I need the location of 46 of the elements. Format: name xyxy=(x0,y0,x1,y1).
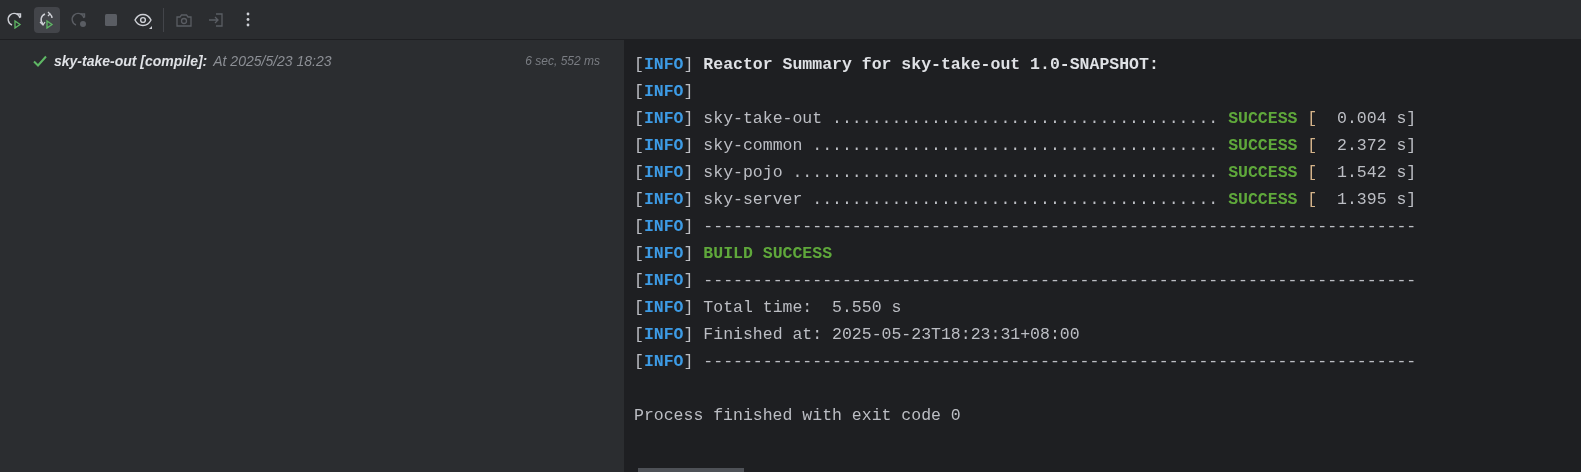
build-time: At 2025/5/23 18:23 xyxy=(213,51,332,71)
log-level: [INFO] xyxy=(634,136,694,155)
status-text: SUCCESS xyxy=(1228,109,1298,128)
status-text: SUCCESS xyxy=(1228,136,1298,155)
module-line: sky-common ......................................... xyxy=(703,136,1219,155)
log-level: [INFO] xyxy=(634,352,694,371)
log-message: ------------------------------------------------------------------------ xyxy=(703,217,1417,236)
rerun-cycle-icon xyxy=(38,10,56,29)
rerun-icon xyxy=(6,10,24,29)
bracket-text: [ xyxy=(1307,190,1318,209)
log-message: Finished at: 2025-05-23T18:23:31+08:00 xyxy=(703,325,1080,344)
more-icon xyxy=(246,12,250,27)
log-level: [INFO] xyxy=(634,217,694,236)
bracket-text: [ xyxy=(1307,109,1318,128)
duration-text: 1.395 s] xyxy=(1336,190,1417,209)
module-line: sky-pojo ........................................... xyxy=(703,163,1219,182)
exit-icon xyxy=(207,10,225,29)
log-message: Reactor Summary for sky-take-out 1.0-SNAPSHOT: xyxy=(703,55,1159,74)
module-line: sky-take-out ....................................... xyxy=(703,109,1219,128)
log-level: [INFO] xyxy=(634,190,694,209)
log-message: Total time: 5.550 s xyxy=(703,298,902,317)
bracket-text: [ xyxy=(1307,163,1318,182)
status-text: SUCCESS xyxy=(1228,163,1298,182)
status-text: SUCCESS xyxy=(1228,190,1298,209)
log-level: [INFO] xyxy=(634,82,694,101)
build-tree-item[interactable]: sky-take-out [compile]: At 2025/5/23 18:23 6 sec, 552 ms xyxy=(0,48,620,74)
rerun-icon xyxy=(70,10,88,29)
bracket-text: [ xyxy=(1307,136,1318,155)
module-line: sky-server ......................................... xyxy=(703,190,1219,209)
console-line: Process finished with exit code 0 xyxy=(634,405,962,427)
log-level: [INFO] xyxy=(634,109,694,128)
build-duration: 6 sec, 552 ms xyxy=(525,53,600,70)
log-message: ------------------------------------------------------------------------ xyxy=(703,271,1417,290)
log-level: [INFO] xyxy=(634,163,694,182)
duration-text: 1.542 s] xyxy=(1336,163,1417,182)
log-level: [INFO] xyxy=(634,271,694,290)
rerun-cycle-button[interactable] xyxy=(34,6,60,33)
duration-text: 0.004 s] xyxy=(1336,109,1417,128)
log-level: [INFO] xyxy=(634,298,694,317)
duration-text: 2.372 s] xyxy=(1336,136,1417,155)
log-level: [INFO] xyxy=(634,55,694,74)
log-message: BUILD SUCCESS xyxy=(703,244,833,263)
log-level: [INFO] xyxy=(634,325,694,344)
log-level: [INFO] xyxy=(634,244,694,263)
log-message: ------------------------------------------------------------------------ xyxy=(703,352,1417,371)
build-name: sky-take-out [compile]: xyxy=(54,51,208,71)
